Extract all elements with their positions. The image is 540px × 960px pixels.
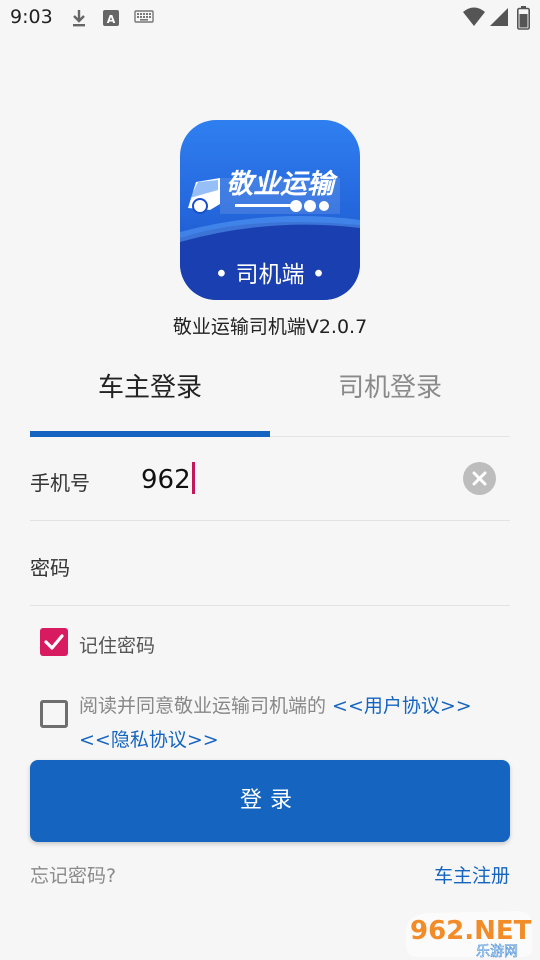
- owner-register-link[interactable]: 车主注册: [434, 861, 510, 888]
- wifi-icon: [463, 7, 485, 26]
- status-time: 9:03: [10, 6, 53, 28]
- keyboard-icon: [134, 10, 154, 23]
- app-name: 敬业运输司机端V2.0.7: [172, 316, 368, 338]
- phone-input[interactable]: 962: [141, 462, 195, 495]
- phone-underline: [30, 520, 510, 521]
- forgot-password-link[interactable]: 忘记密码?: [30, 861, 116, 888]
- app-logo: 敬业运输 • 司机端 •: [180, 120, 360, 300]
- logo-subtitle: • 司机端 •: [215, 262, 326, 288]
- tab-driver-login[interactable]: 司机登录: [270, 367, 510, 411]
- remember-checkbox[interactable]: [40, 628, 68, 656]
- password-label: 密码: [30, 556, 70, 580]
- signal-icon: [490, 8, 508, 26]
- password-underline: [30, 605, 510, 606]
- clear-button[interactable]: [463, 462, 496, 495]
- watermark-brand: 962.NET: [410, 916, 532, 946]
- user-agreement-link[interactable]: <<用户协议>>: [332, 695, 472, 717]
- tab-active-indicator: [30, 431, 270, 437]
- agreement-prefix: 阅读并同意敬业运输司机端的: [79, 695, 333, 717]
- checkmark-icon: [44, 634, 64, 650]
- password-input[interactable]: [141, 540, 511, 590]
- close-icon: [472, 471, 487, 486]
- watermark-sub: 乐游网: [476, 944, 518, 960]
- remember-label: 记住密码: [79, 635, 156, 657]
- login-button[interactable]: 登录: [30, 760, 510, 842]
- phone-label: 手机号: [30, 471, 90, 495]
- battery-icon: [517, 6, 530, 30]
- agreement-text: 阅读并同意敬业运输司机端的 <<用户协议>> <<隐私协议>>: [79, 689, 509, 757]
- download-icon: [73, 10, 85, 27]
- phone-value: 962: [141, 465, 191, 495]
- svg-text:A: A: [107, 13, 116, 26]
- logo-text: 敬业运输: [226, 169, 339, 200]
- text-caret: [191, 462, 195, 494]
- privacy-agreement-link[interactable]: <<隐私协议>>: [79, 729, 219, 751]
- agree-checkbox[interactable]: [40, 700, 68, 728]
- a-notification-icon: A: [103, 10, 119, 26]
- tab-owner-login[interactable]: 车主登录: [30, 367, 270, 411]
- watermark-logo: 962.NET 乐游网: [398, 905, 538, 960]
- status-bar: 9:03 A: [0, 0, 540, 36]
